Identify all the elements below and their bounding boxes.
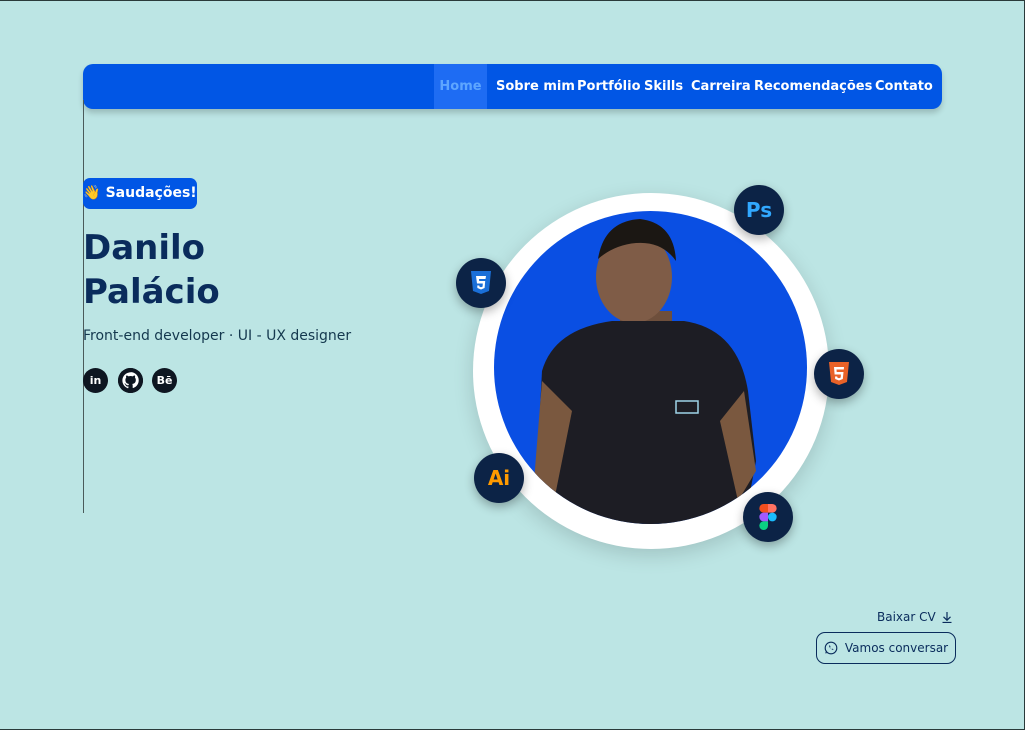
- nav-contato[interactable]: Contato: [875, 64, 933, 109]
- download-cv-link[interactable]: Baixar CV: [877, 610, 952, 624]
- illustrator-icon: Ai: [487, 466, 511, 490]
- hero-role: Front-end developer · UI - UX designer: [83, 328, 352, 344]
- frame-top-line: [0, 0, 1025, 1]
- chat-button-label: Vamos conversar: [844, 641, 949, 655]
- behance-link[interactable]: Bē: [152, 368, 177, 393]
- css3-badge: [456, 258, 506, 308]
- name-last: Palácio: [83, 272, 220, 312]
- hero-name: Danilo Palácio: [83, 226, 220, 314]
- linkedin-link[interactable]: in: [83, 368, 108, 393]
- whatsapp-icon: [824, 641, 838, 655]
- nav-recomendacoes[interactable]: Recomendações: [754, 64, 872, 109]
- nav-sobre-mim[interactable]: Sobre mim: [496, 64, 575, 109]
- greeting-text: Saudações!: [105, 185, 197, 201]
- linkedin-icon: in: [89, 374, 102, 387]
- github-link[interactable]: [118, 368, 143, 393]
- photoshop-icon: Ps: [745, 198, 773, 222]
- illustrator-badge: Ai: [474, 453, 524, 503]
- download-cv-label: Baixar CV: [877, 610, 936, 624]
- photoshop-badge: Ps: [734, 185, 784, 235]
- waving-hand-icon: 👋: [83, 185, 101, 201]
- github-icon: [118, 368, 143, 393]
- greeting-badge: 👋 Saudações!: [83, 178, 197, 209]
- behance-icon: Bē: [156, 374, 173, 387]
- nav-home[interactable]: Home: [434, 64, 487, 109]
- download-arrow-icon: [942, 611, 952, 623]
- top-navbar: Home Sobre mim Portfólio Skills Carreira…: [83, 64, 942, 109]
- nav-skills[interactable]: Skills: [644, 64, 683, 109]
- figma-badge: [743, 492, 793, 542]
- name-first: Danilo: [83, 228, 206, 268]
- nav-carreira[interactable]: Carreira: [691, 64, 751, 109]
- css3-icon: [471, 271, 491, 294]
- nav-portfolio[interactable]: Portfólio: [577, 64, 641, 109]
- profile-photo: [494, 211, 807, 524]
- portrait-illustration: [534, 219, 756, 524]
- chat-button[interactable]: Vamos conversar: [816, 632, 956, 664]
- html5-badge: [814, 349, 864, 399]
- html5-icon: [829, 362, 849, 385]
- figma-icon: [759, 504, 777, 530]
